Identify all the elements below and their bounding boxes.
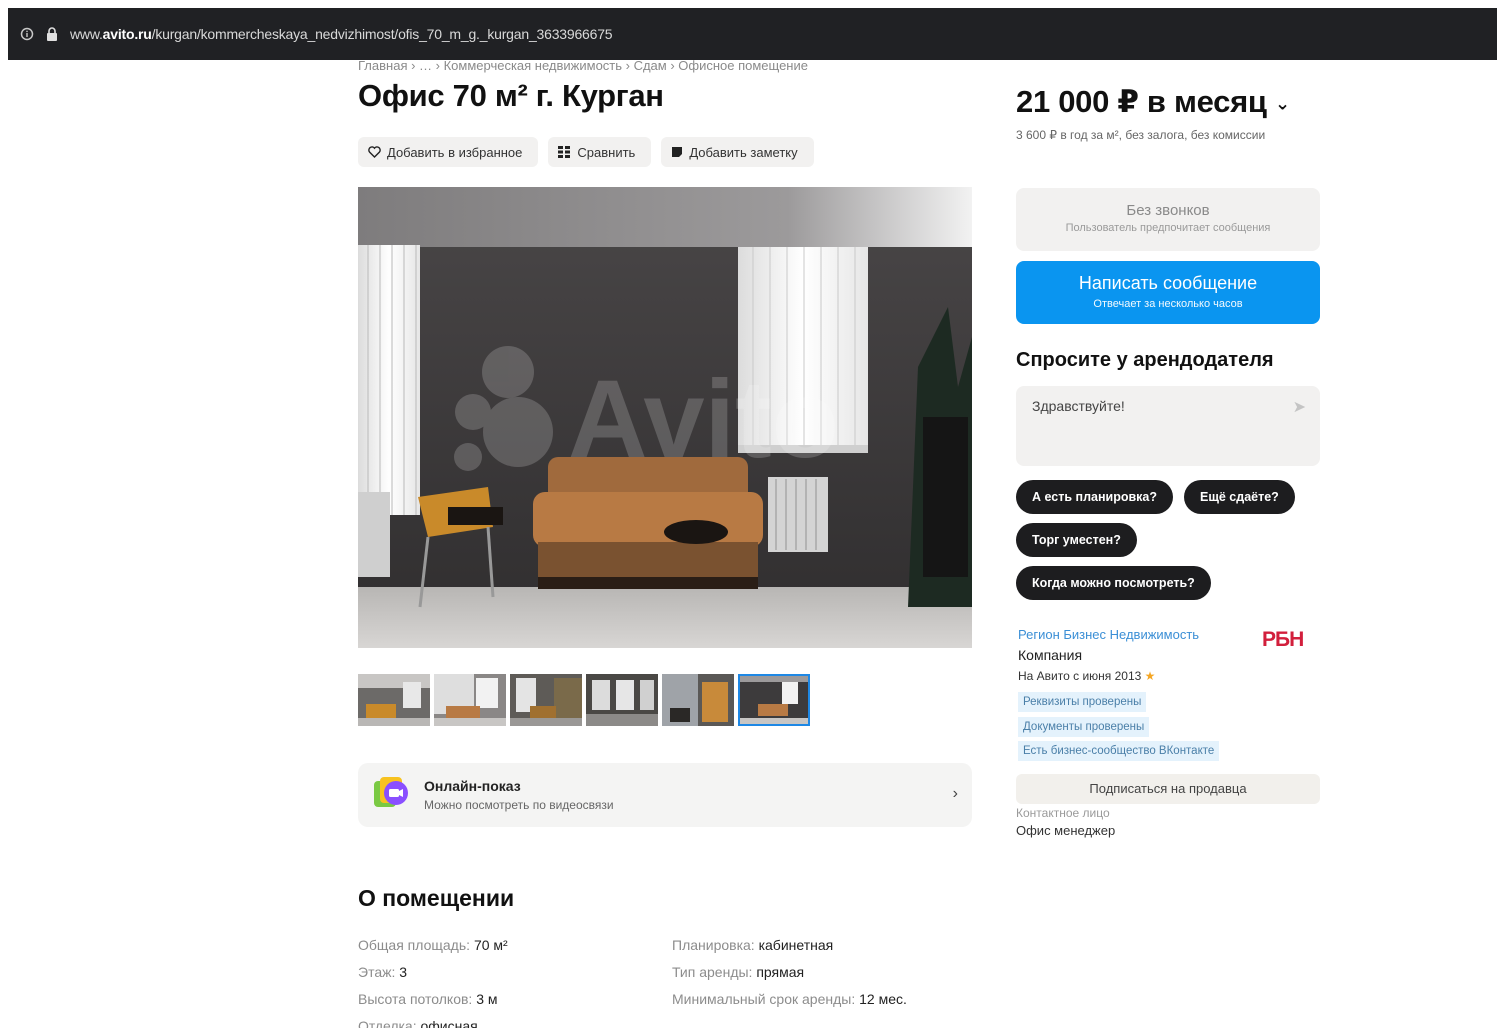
param-key: Общая площадь: xyxy=(358,937,471,953)
price-details: 3 600 ₽ в год за м², без залога, без ком… xyxy=(1016,128,1266,142)
online-show-title: Онлайн-показ xyxy=(424,778,521,794)
svg-text:Avito: Avito xyxy=(568,358,839,481)
param-row: Тип аренды: прямая xyxy=(672,959,907,986)
add-note-button[interactable]: Добавить заметку xyxy=(661,137,814,167)
contact-person-name: Офис менеджер xyxy=(1016,823,1116,838)
breadcrumb[interactable]: Главная › … › Коммерческая недвижимость … xyxy=(358,58,808,73)
compare-icon xyxy=(558,146,571,158)
param-value: офисная xyxy=(420,1018,478,1028)
param-value: прямая xyxy=(756,964,805,980)
photo-thumbnails xyxy=(358,674,810,726)
url-text[interactable]: www.avito.ru/kurgan/kommercheskaya_nedvi… xyxy=(70,26,613,42)
quick-question-chip[interactable]: Торг уместен? xyxy=(1016,523,1137,557)
badge-requisites-verified: Реквизиты проверены xyxy=(1018,692,1147,712)
no-calls-title: Без звонков xyxy=(1126,202,1210,219)
send-icon[interactable]: ➤ xyxy=(1293,397,1306,417)
quick-question-chip[interactable]: А есть планировка? xyxy=(1016,480,1173,514)
thumbnail-1[interactable] xyxy=(358,674,430,726)
quick-question-chip[interactable]: Ещё сдаёте? xyxy=(1184,480,1295,514)
main-photo[interactable]: Avito xyxy=(358,187,972,648)
param-row: Высота потолков: 3 м xyxy=(358,986,508,1013)
online-show-subtitle: Можно посмотреть по видеосвязи xyxy=(424,798,614,812)
seller-name-link[interactable]: Регион Бизнес Недвижимость xyxy=(1018,627,1199,642)
param-key: Тип аренды: xyxy=(672,964,753,980)
quick-question-chip[interactable]: Когда можно посмотреть? xyxy=(1016,566,1211,600)
badge-vk-community[interactable]: Есть бизнес-сообщество ВКонтакте xyxy=(1018,741,1220,761)
params-left-column: Общая площадь: 70 м² Этаж: 3 Высота пото… xyxy=(358,932,508,1028)
ask-landlord-title: Спросите у арендодателя xyxy=(1016,349,1274,371)
page-title: Офис 70 м² г. Курган xyxy=(358,78,664,113)
subscribe-seller-button[interactable]: Подписаться на продавца xyxy=(1016,774,1320,804)
info-icon[interactable] xyxy=(20,27,34,41)
video-call-icon xyxy=(372,775,410,816)
write-message-button[interactable]: Написать сообщение Отвечает за несколько… xyxy=(1016,261,1320,324)
about-section-title: О помещении xyxy=(358,885,515,911)
thumbnail-2[interactable] xyxy=(434,674,506,726)
write-message-label: Написать сообщение xyxy=(1078,273,1258,293)
param-key: Планировка: xyxy=(672,937,755,953)
price[interactable]: 21 000 ₽ в месяц ⌄ xyxy=(1016,84,1290,120)
star-icon: ★ xyxy=(1144,669,1156,683)
param-value: 12 мес. xyxy=(859,991,907,1007)
param-value: 3 м xyxy=(476,991,498,1007)
response-time-label: Отвечает за несколько часов xyxy=(1093,298,1243,310)
param-row: Отделка: офисная xyxy=(358,1013,508,1028)
param-key: Минимальный срок аренды: xyxy=(672,991,856,1007)
no-calls-notice: Без звонков Пользователь предпочитает со… xyxy=(1016,188,1320,251)
param-row: Этаж: 3 xyxy=(358,959,508,986)
param-value: 70 м² xyxy=(473,937,508,953)
message-input[interactable]: Здравствуйте! ➤ xyxy=(1016,386,1320,466)
price-value: 21 000 ₽ в месяц xyxy=(1016,84,1267,119)
chevron-right-icon: › xyxy=(952,785,958,802)
contact-person-label: Контактное лицо xyxy=(1016,806,1110,820)
param-value: 3 xyxy=(399,964,408,980)
seller-since: На Авито с июня 2013 ★ xyxy=(1018,669,1155,683)
message-input-text: Здравствуйте! xyxy=(1032,398,1125,414)
thumbnail-4[interactable] xyxy=(586,674,658,726)
params-right-column: Планировка: кабинетная Тип аренды: пряма… xyxy=(672,932,907,1013)
add-to-favorites-button[interactable]: Добавить в избранное xyxy=(358,137,539,167)
param-row: Общая площадь: 70 м² xyxy=(358,932,508,959)
param-value: кабинетная xyxy=(758,937,834,953)
no-calls-subtitle: Пользователь предпочитает сообщения xyxy=(1065,222,1271,234)
note-icon xyxy=(671,146,683,158)
seller-type: Компания xyxy=(1018,647,1083,663)
browser-address-bar[interactable]: www.avito.ru/kurgan/kommercheskaya_nedvi… xyxy=(8,8,1497,60)
compare-label: Сравнить xyxy=(577,144,636,160)
heart-icon xyxy=(368,146,381,158)
seller-logo[interactable]: РБН xyxy=(1262,628,1304,652)
chevron-down-icon[interactable]: ⌄ xyxy=(1275,93,1290,113)
listing-actions: Добавить в избранное Сравнить Добавить з… xyxy=(358,137,814,167)
param-row: Минимальный срок аренды: 12 мес. xyxy=(672,986,907,1013)
add-note-label: Добавить заметку xyxy=(689,144,798,160)
thumbnail-3[interactable] xyxy=(510,674,582,726)
seller-since-text: На Авито с июня 2013 xyxy=(1018,669,1142,683)
compare-button[interactable]: Сравнить xyxy=(548,137,652,167)
online-show-card[interactable]: Онлайн-показ Можно посмотреть по видеосв… xyxy=(358,763,972,827)
thumbnail-6[interactable] xyxy=(738,674,810,726)
badge-documents-verified: Документы проверены xyxy=(1018,717,1150,737)
add-to-favorites-label: Добавить в избранное xyxy=(387,144,523,160)
param-row: Планировка: кабинетная xyxy=(672,932,907,959)
param-key: Отделка: xyxy=(358,1018,417,1028)
thumbnail-5[interactable] xyxy=(662,674,734,726)
lock-icon xyxy=(46,27,58,41)
param-key: Высота потолков: xyxy=(358,991,473,1007)
param-key: Этаж: xyxy=(358,964,396,980)
